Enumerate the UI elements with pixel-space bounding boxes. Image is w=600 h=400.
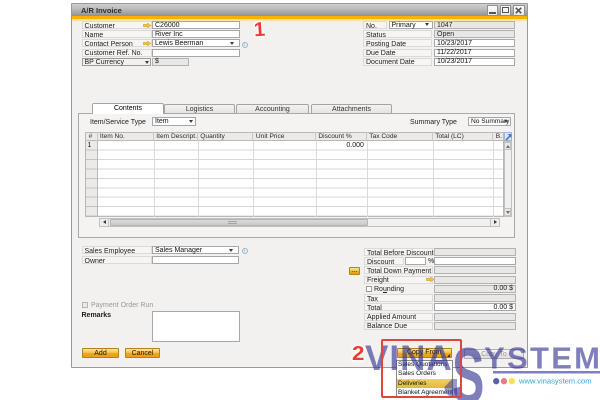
svg-text:www.vinasystem.com: www.vinasystem.com	[518, 377, 592, 386]
